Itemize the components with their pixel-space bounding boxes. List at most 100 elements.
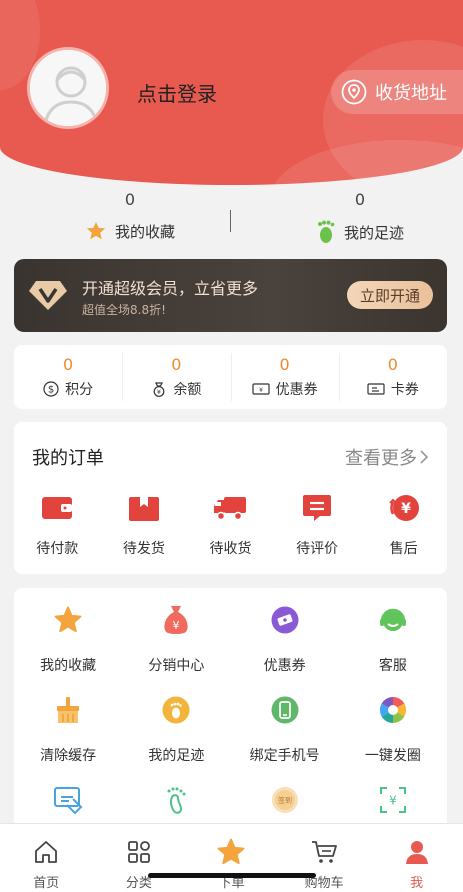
asset-balance[interactable]: 0 ¥ 余额 xyxy=(122,345,230,409)
asset-value: 0 xyxy=(279,355,290,374)
tab-category[interactable]: 分类 xyxy=(93,824,186,892)
vip-diamond-icon xyxy=(29,281,67,310)
footprint-icon xyxy=(317,220,335,243)
asset-value: 0 xyxy=(171,355,182,374)
service-label: 绑定手机号 xyxy=(249,748,320,764)
svg-text:¥: ¥ xyxy=(173,619,180,632)
location-pin-icon xyxy=(341,79,367,105)
tab-home[interactable]: 首页 xyxy=(0,824,93,892)
order-label: 待收货 xyxy=(209,541,252,557)
favorites-label: 我的收藏 xyxy=(114,222,175,241)
shipping-address-button[interactable]: 收货地址 xyxy=(331,70,463,114)
tab-order[interactable]: 下单 xyxy=(185,824,278,892)
footprint-icon xyxy=(162,696,190,724)
asset-coupon[interactable]: 0 ¥ 优惠券 xyxy=(230,345,339,409)
order-label: 待评价 xyxy=(296,541,339,557)
asset-label: 积分 xyxy=(65,382,94,398)
service-clear-cache[interactable]: 清除缓存 xyxy=(14,678,122,768)
star-icon xyxy=(86,221,106,240)
service-invoice[interactable] xyxy=(14,768,122,828)
points-icon: $ xyxy=(43,381,59,397)
asset-label: 余额 xyxy=(173,382,202,398)
orders-view-more[interactable]: 查看更多 xyxy=(345,444,431,470)
order-pending-shipment[interactable]: 待发货 xyxy=(101,490,188,558)
shipping-address-label: 收货地址 xyxy=(375,83,447,104)
coupon-icon: ¥ xyxy=(252,383,270,395)
service-scan[interactable]: ¥ xyxy=(339,768,447,828)
footprints-stat[interactable]: 0 我的足迹 xyxy=(270,190,450,244)
stat-divider xyxy=(230,210,231,232)
service-label: 我的收藏 xyxy=(40,658,97,674)
star-order-icon xyxy=(218,838,245,865)
sign-in-badge-text: 签到 xyxy=(278,796,292,805)
order-pending-review[interactable]: 待评价 xyxy=(274,490,361,558)
service-footprints[interactable]: 我的足迹 xyxy=(122,678,230,768)
decor-circle xyxy=(270,140,463,185)
service-label: 客服 xyxy=(378,658,407,674)
order-after-sales[interactable]: ¥ 售后 xyxy=(360,490,447,558)
services-panel: 我的收藏 ¥ 分销中心 优惠券 客服 清除缓存 我的足迹 绑定手机号 一键发圈 … xyxy=(14,588,447,828)
service-favorites[interactable]: 我的收藏 xyxy=(14,588,122,678)
card-icon xyxy=(367,383,385,395)
svg-text:¥: ¥ xyxy=(401,501,411,517)
chevron-right-icon xyxy=(420,450,429,464)
comment-icon xyxy=(303,495,332,521)
order-pending-receipt[interactable]: 待收货 xyxy=(187,490,274,558)
service-label: 我的足迹 xyxy=(148,748,205,764)
vip-title: 开通超级会员，立省更多 xyxy=(82,279,259,298)
order-label: 待付款 xyxy=(36,541,79,557)
category-icon xyxy=(127,841,150,863)
view-more-label: 查看更多 xyxy=(345,448,417,469)
refund-icon: ¥ xyxy=(388,495,419,521)
service-label: 优惠券 xyxy=(263,658,306,674)
tab-cart[interactable]: 购物车 xyxy=(278,824,371,892)
order-pending-payment[interactable]: 待付款 xyxy=(14,490,101,558)
footprint-outline-icon xyxy=(167,787,186,814)
broom-icon xyxy=(57,697,80,723)
headset-icon xyxy=(379,608,406,631)
money-bag-icon: ¥ xyxy=(164,606,188,634)
service-sign-in[interactable]: 签到 xyxy=(231,768,339,828)
user-icon xyxy=(405,841,428,864)
order-label: 待发货 xyxy=(122,541,165,557)
vip-open-button[interactable]: 立即开通 xyxy=(347,281,433,309)
favorites-footprints-bar: 0 我的收藏 0 我的足迹 xyxy=(0,190,463,250)
login-link[interactable]: 点击登录 xyxy=(137,78,217,107)
service-label: 清除缓存 xyxy=(40,748,97,764)
bottom-tab-bar: 首页 分类 下单 购物车 我 xyxy=(0,823,463,892)
service-distribution[interactable]: ¥ 分销中心 xyxy=(122,588,230,678)
service-label: 分销中心 xyxy=(148,658,205,674)
tab-label: 我 xyxy=(410,876,424,891)
vip-subtitle: 超值全场8.8折! xyxy=(82,303,166,317)
footprints-label: 我的足迹 xyxy=(343,223,404,242)
svg-text:¥: ¥ xyxy=(157,388,161,396)
service-bind-phone[interactable]: 绑定手机号 xyxy=(231,678,339,768)
orders-title: 我的订单 xyxy=(32,448,104,469)
favorites-stat[interactable]: 0 我的收藏 xyxy=(40,190,220,242)
favorites-count: 0 xyxy=(124,190,136,209)
asset-card[interactable]: 0 卡券 xyxy=(338,345,447,409)
vip-banner[interactable]: 开通超级会员，立省更多 超值全场8.8折! 立即开通 xyxy=(14,259,447,332)
home-indicator[interactable] xyxy=(148,873,316,878)
orders-panel: 我的订单 查看更多 待付款 待发货 待收货 待评价 ¥ 售后 xyxy=(14,422,447,574)
asset-points[interactable]: 0 $ 积分 xyxy=(14,345,122,409)
assets-panel: 0 $ 积分 0 ¥ 余额 0 ¥ 优惠券 0 卡券 xyxy=(14,345,447,409)
service-customer-support[interactable]: 客服 xyxy=(339,588,447,678)
home-icon xyxy=(35,841,58,863)
order-label: 售后 xyxy=(389,541,418,557)
asset-label: 卡券 xyxy=(390,382,419,398)
service-footprint-2[interactable] xyxy=(122,768,230,828)
service-share-moments[interactable]: 一键发圈 xyxy=(339,678,447,768)
tab-me[interactable]: 我 xyxy=(370,824,463,892)
service-label: 一键发圈 xyxy=(364,748,421,764)
asset-label: 优惠券 xyxy=(275,382,318,398)
sign-in-icon: 签到 xyxy=(271,787,298,813)
truck-icon xyxy=(214,497,247,521)
aperture-icon xyxy=(379,696,406,724)
service-coupons[interactable]: 优惠券 xyxy=(231,588,339,678)
svg-text:¥: ¥ xyxy=(259,387,263,394)
ticket-icon xyxy=(271,606,299,634)
avatar[interactable] xyxy=(27,47,109,129)
cart-icon xyxy=(312,841,337,863)
default-avatar-icon xyxy=(30,50,106,126)
